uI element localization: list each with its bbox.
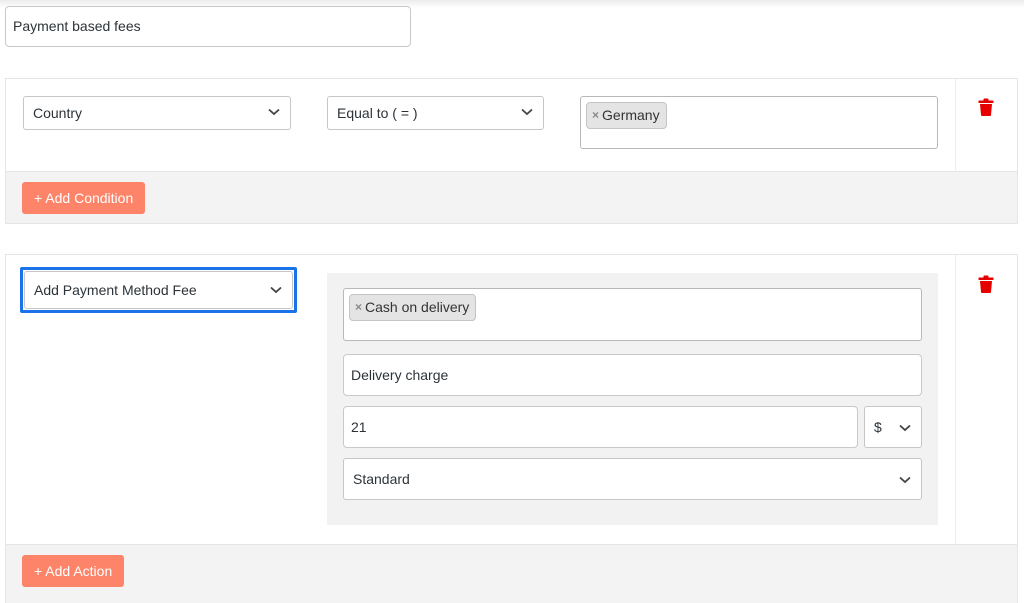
payment-methods-multiselect[interactable]: × Cash on delivery [343, 288, 922, 341]
rule-title-input[interactable]: Payment based fees [5, 6, 411, 47]
currency-value: $ [874, 419, 882, 435]
condition-field-select[interactable]: Country [23, 96, 291, 130]
chip-label: Cash on delivery [365, 299, 470, 315]
chevron-down-icon [899, 476, 911, 484]
tax-class-select[interactable]: Standard [343, 458, 922, 500]
fee-label-input[interactable]: Delivery charge [343, 354, 922, 396]
chevron-down-icon [268, 108, 280, 116]
condition-values-multiselect[interactable]: × Germany [580, 96, 938, 149]
condition-operator-select[interactable]: Equal to ( = ) [327, 96, 544, 130]
trash-icon[interactable] [978, 275, 994, 293]
actions-panel: Add Payment Method Fee × Cash on deliver… [5, 254, 1018, 603]
chip-label: Germany [602, 107, 660, 123]
selected-payment-method-chip: × Cash on delivery [349, 294, 477, 321]
condition-row: Country Equal to ( = ) × Germany [6, 79, 1017, 171]
conditions-panel: Country Equal to ( = ) × Germany + Add C… [5, 78, 1018, 224]
condition-actions-column [955, 79, 1017, 171]
action-row: Add Payment Method Fee × Cash on deliver… [6, 255, 1017, 544]
action-actions-column [955, 255, 1017, 544]
add-condition-button[interactable]: + Add Condition [22, 182, 146, 214]
chevron-down-icon [521, 108, 533, 116]
add-action-button[interactable]: + Add Action [22, 555, 125, 587]
actions-footer: + Add Action [6, 544, 1017, 603]
chevron-down-icon [899, 424, 911, 432]
fee-amount-input[interactable]: 21 [343, 406, 858, 448]
action-type-value: Add Payment Method Fee [34, 282, 197, 298]
action-settings-box: × Cash on delivery Delivery charge 21 $ … [327, 273, 938, 525]
action-type-select[interactable]: Add Payment Method Fee [24, 271, 293, 309]
chevron-down-icon [270, 286, 282, 294]
tax-class-value: Standard [353, 471, 410, 487]
condition-field-value: Country [33, 105, 83, 121]
remove-chip-icon[interactable]: × [592, 103, 599, 128]
conditions-footer: + Add Condition [6, 171, 1017, 223]
currency-select[interactable]: $ [864, 406, 922, 448]
condition-operator-value: Equal to ( = ) [337, 105, 418, 121]
trash-icon[interactable] [978, 98, 994, 116]
remove-chip-icon[interactable]: × [355, 295, 362, 320]
selected-value-chip: × Germany [586, 102, 667, 129]
